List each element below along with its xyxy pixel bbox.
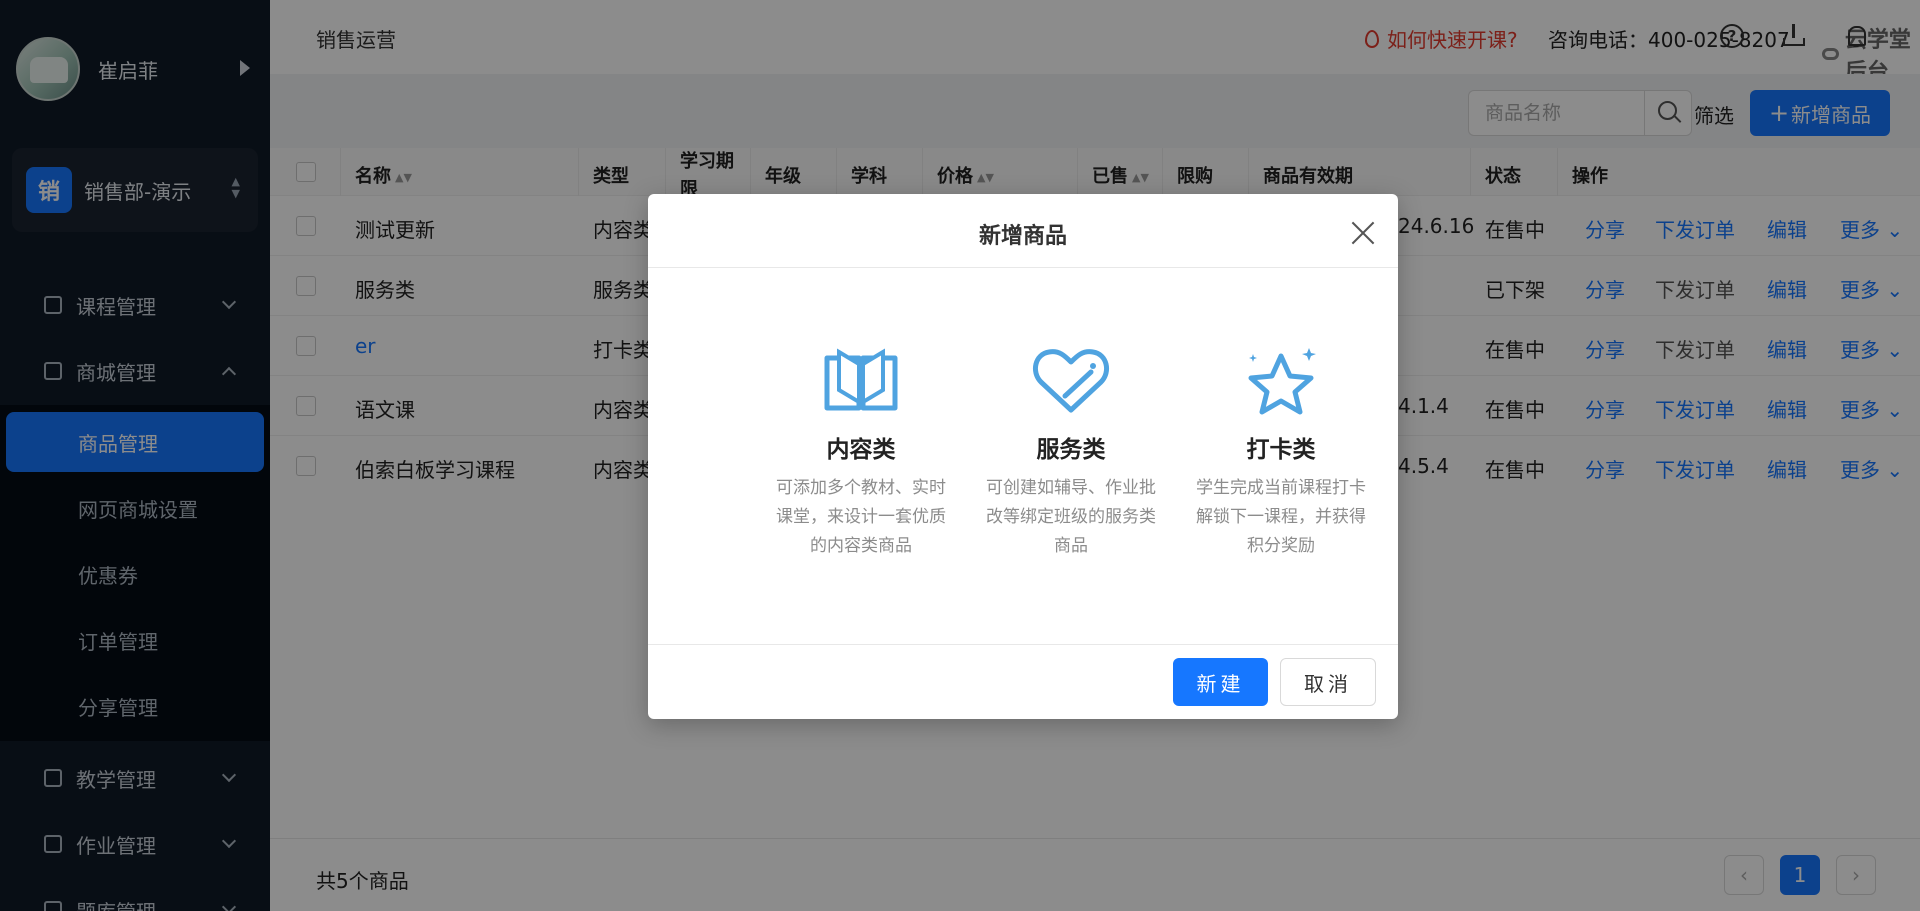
create-button[interactable]: 新建 <box>1173 658 1268 706</box>
option-content-type[interactable]: 内容类 可添加多个教材、实时课堂，来设计一套优质的内容类商品 <box>776 344 946 561</box>
option-description: 学生完成当前课程打卡解锁下一课程，并获得积分奖励 <box>1196 478 1366 556</box>
option-service-type[interactable]: 服务类 可创建如辅导、作业批改等绑定班级的服务类商品 <box>986 344 1156 561</box>
option-description: 可添加多个教材、实时课堂，来设计一套优质的内容类商品 <box>776 478 946 556</box>
option-label: 内容类 <box>826 437 896 463</box>
cancel-button[interactable]: 取消 <box>1280 658 1376 706</box>
close-icon[interactable] <box>1348 218 1378 248</box>
star-icon <box>1241 344 1321 416</box>
dialog-title: 新增商品 <box>978 224 1067 249</box>
option-label: 打卡类 <box>1246 437 1316 463</box>
add-goods-dialog: 新增商品 内容类 可添加多个教材、实时课堂，来设计一套优质的内容类商品 服务类 … <box>648 194 1398 719</box>
dialog-footer-divider <box>648 644 1398 645</box>
heart-tag-icon <box>1031 344 1111 416</box>
dialog-divider <box>648 267 1398 268</box>
option-checkin-type[interactable]: 打卡类 学生完成当前课程打卡解锁下一课程，并获得积分奖励 <box>1196 344 1366 561</box>
option-description: 可创建如辅导、作业批改等绑定班级的服务类商品 <box>986 478 1156 556</box>
book-icon <box>821 344 901 416</box>
option-label: 服务类 <box>1036 437 1106 463</box>
